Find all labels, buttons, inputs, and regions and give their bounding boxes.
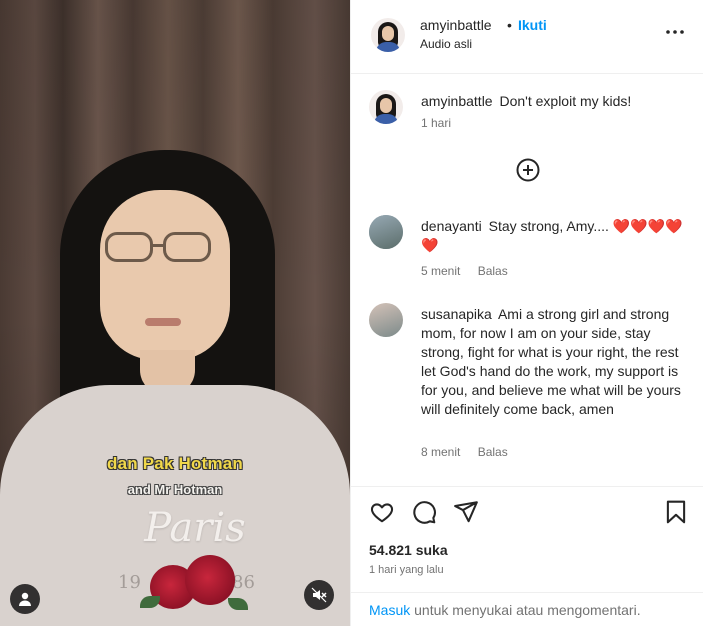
caption-text: Don't exploit my kids! [499,93,632,109]
comment-text: Ami a strong girl and strong mom, for no… [421,306,681,417]
sweater-year-right: 86 [232,572,255,593]
reply-button[interactable]: Balas [478,445,508,459]
share-button[interactable] [453,499,479,525]
send-icon [454,501,478,523]
glasses-left [105,232,153,262]
post-author-username[interactable]: amyinbattle [420,17,492,33]
plus-circle-icon [516,158,540,182]
reply-button[interactable]: Balas [478,264,508,278]
post-details-panel: amyinbattle • Ikuti Audio asli amyinbatt… [350,0,703,626]
avatar[interactable] [369,303,403,337]
heart-icon [370,503,394,523]
post-header: amyinbattle • Ikuti Audio asli [351,0,703,74]
avatar[interactable] [371,18,405,52]
glasses-bridge [152,244,164,247]
post-actions-bar [351,486,703,530]
comment-time: 8 menit [421,445,461,459]
sweater-year-left: 19 [118,572,141,593]
glasses-right [163,232,211,262]
login-prompt-text: untuk menyukai atau mengomentari. [414,602,641,618]
comment-username[interactable]: denayanti [421,218,482,234]
audio-label[interactable]: Audio asli [420,37,472,51]
subtitle-primary: dan Pak Hotman [107,454,243,473]
subtitle-secondary: and Mr Hotman [127,482,223,497]
caption-time: 1 hari [421,116,452,130]
caption-username[interactable]: amyinbattle [421,93,493,109]
video-player[interactable]: Paris 19 86 dan Pak Hotman and Mr Hotman [0,0,350,626]
post-dialog: Paris 19 86 dan Pak Hotman and Mr Hotman [0,0,720,626]
user-icon [19,592,31,606]
follow-button[interactable]: Ikuti [518,17,547,33]
more-options-button[interactable] [660,22,690,42]
login-link[interactable]: Masuk [369,602,410,618]
person-face [100,190,230,360]
like-button[interactable] [369,499,395,525]
separator-dot: • [507,17,512,33]
login-prompt: Masuk untuk menyukai atau mengomentari. [351,592,703,626]
sweater-print-text: Paris [144,505,246,551]
tagged-users-button[interactable] [10,584,40,614]
likes-count[interactable]: 54.821 suka [369,542,448,558]
bookmark-icon [666,500,686,524]
sound-off-icon [311,587,327,603]
comment-time: 5 menit [421,264,461,278]
load-more-comments-button[interactable] [516,158,540,182]
save-button[interactable] [663,499,689,525]
comment-button[interactable] [411,499,437,525]
comment-icon [413,501,436,524]
sound-toggle-button[interactable] [304,580,334,610]
avatar[interactable] [369,215,403,249]
more-horizontal-icon [666,30,684,34]
post-timestamp: 1 hari yang lalu [369,564,444,576]
avatar[interactable] [369,90,403,124]
comments-list[interactable]: amyinbattle Don't exploit my kids! 1 har… [351,75,703,485]
person-mouth [145,318,181,326]
comment-username[interactable]: susanapika [421,306,492,322]
